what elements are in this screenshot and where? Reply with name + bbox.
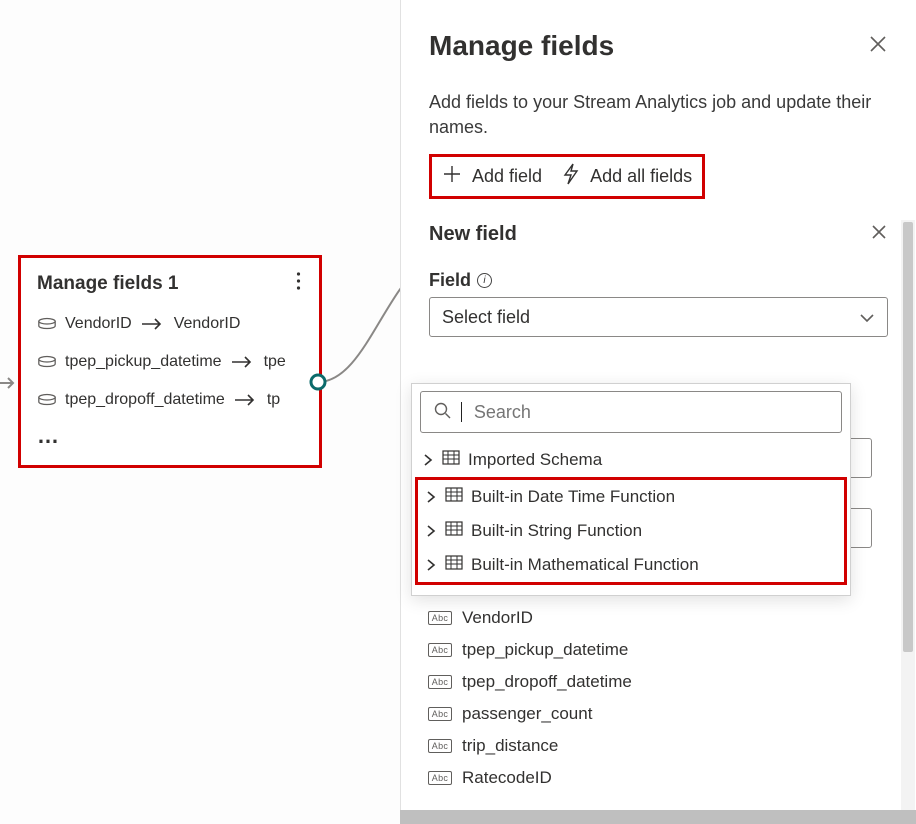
manage-fields-node[interactable]: Manage fields 1 VendorID VendorID tpep_p… <box>18 255 322 468</box>
abc-type-icon: Abc <box>428 707 452 721</box>
tree-item-label: Built-in String Function <box>471 521 642 541</box>
search-text[interactable] <box>472 401 829 424</box>
column-icon <box>37 317 57 331</box>
text-cursor <box>461 402 462 422</box>
plus-icon <box>442 164 462 189</box>
select-field-placeholder: Select field <box>442 307 530 328</box>
canvas: Manage fields 1 VendorID VendorID tpep_p… <box>0 0 400 824</box>
field-item[interactable]: Abc VendorID <box>428 602 878 634</box>
more-options-icon[interactable] <box>294 272 303 295</box>
bottom-scrollbar[interactable] <box>400 810 916 824</box>
newfield-close-icon[interactable] <box>870 223 888 246</box>
add-all-fields-button[interactable]: Add all fields <box>562 163 692 190</box>
column-icon <box>37 393 57 407</box>
field-name: passenger_count <box>462 704 592 724</box>
field-item[interactable]: Abc tpep_dropoff_datetime <box>428 666 878 698</box>
new-field-title: New field <box>429 223 517 246</box>
mapping-dst: VendorID <box>174 315 241 333</box>
chevron-right-icon <box>422 453 434 467</box>
field-list: Abc VendorID Abc tpep_pickup_datetime Ab… <box>428 602 878 794</box>
mapping-src: tpep_pickup_datetime <box>65 353 222 371</box>
tree-item-label: Built-in Date Time Function <box>471 487 675 507</box>
field-dropdown-flyout: Imported Schema Built-in Date Time Funct… <box>411 383 851 596</box>
field-name: VendorID <box>462 608 533 628</box>
abc-type-icon: Abc <box>428 611 452 625</box>
tree-item-label: Imported Schema <box>468 450 602 470</box>
field-name: tpep_pickup_datetime <box>462 640 628 660</box>
field-item[interactable]: Abc RatecodeID <box>428 762 878 794</box>
arrow-icon <box>233 393 259 407</box>
panel-title: Manage fields <box>429 30 614 62</box>
mapping-dst: tpe <box>264 353 286 371</box>
more-rows-ellipsis[interactable]: … <box>37 419 303 459</box>
add-field-button[interactable]: Add field <box>442 163 542 190</box>
schema-tree-item[interactable]: Built-in Date Time Function <box>421 480 841 514</box>
scrollbar-thumb[interactable] <box>903 222 913 652</box>
arrow-icon <box>230 355 256 369</box>
field-name: trip_distance <box>462 736 558 756</box>
abc-type-icon: Abc <box>428 643 452 657</box>
highlighted-tree-group: Built-in Date Time Function Built-in Str… <box>415 477 847 585</box>
mapping-src: tpep_dropoff_datetime <box>65 391 225 409</box>
abc-type-icon: Abc <box>428 771 452 785</box>
table-icon <box>445 555 463 575</box>
field-item[interactable]: Abc tpep_pickup_datetime <box>428 634 878 666</box>
add-field-label: Add field <box>472 166 542 187</box>
field-name: RatecodeID <box>462 768 552 788</box>
close-icon[interactable] <box>868 34 888 59</box>
scrollbar[interactable] <box>901 220 915 810</box>
chevron-right-icon <box>425 490 437 504</box>
chevron-right-icon <box>425 524 437 538</box>
schema-tree-item[interactable]: Built-in Mathematical Function <box>421 548 841 582</box>
schema-tree-item[interactable]: Imported Schema <box>418 443 844 477</box>
select-field-dropdown[interactable]: Select field <box>429 297 888 337</box>
add-all-fields-label: Add all fields <box>590 166 692 187</box>
mapping-src: VendorID <box>65 315 132 333</box>
schema-tree-item[interactable]: Built-in String Function <box>421 514 841 548</box>
search-icon <box>433 401 451 424</box>
field-label: Field i <box>429 270 888 291</box>
field-name: tpep_dropoff_datetime <box>462 672 632 692</box>
incoming-arrow-icon <box>0 373 18 393</box>
table-icon <box>445 521 463 541</box>
mapping-dst: tp <box>267 391 280 409</box>
table-icon <box>445 487 463 507</box>
chevron-right-icon <box>425 558 437 572</box>
search-input[interactable] <box>420 391 842 433</box>
mapping-row[interactable]: VendorID VendorID <box>37 305 303 343</box>
tree-item-label: Built-in Mathematical Function <box>471 555 699 575</box>
field-item[interactable]: Abc passenger_count <box>428 698 878 730</box>
panel-toolbar: Add field Add all fields <box>429 154 705 199</box>
mapping-row[interactable]: tpep_dropoff_datetime tp <box>37 381 303 419</box>
table-icon <box>442 450 460 470</box>
panel-description: Add fields to your Stream Analytics job … <box>429 90 888 140</box>
lightning-icon <box>562 163 580 190</box>
abc-type-icon: Abc <box>428 675 452 689</box>
node-title: Manage fields 1 <box>37 273 179 295</box>
chevron-down-icon <box>859 307 875 328</box>
mapping-row[interactable]: tpep_pickup_datetime tpe <box>37 343 303 381</box>
field-item[interactable]: Abc trip_distance <box>428 730 878 762</box>
column-icon <box>37 355 57 369</box>
info-icon[interactable]: i <box>477 273 492 288</box>
abc-type-icon: Abc <box>428 739 452 753</box>
arrow-icon <box>140 317 166 331</box>
